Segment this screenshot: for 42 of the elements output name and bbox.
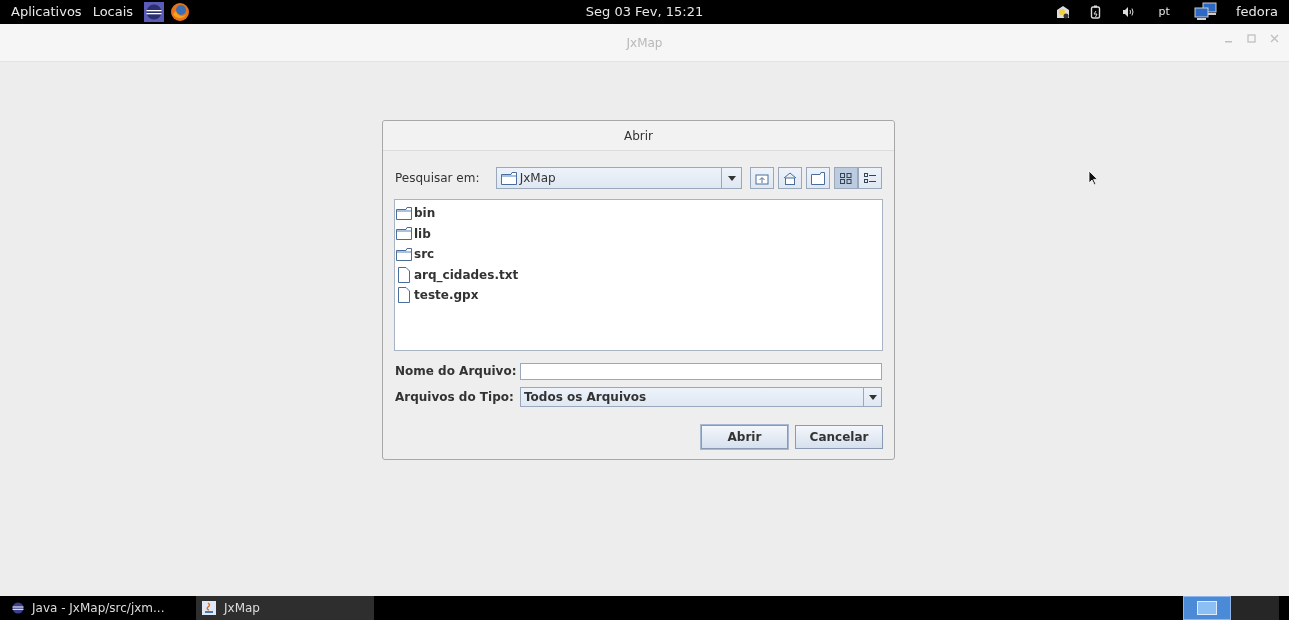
dialog-title: Abrir xyxy=(624,127,653,145)
panel-menu[interactable]: Aplicativos xyxy=(11,2,82,22)
caret-icon xyxy=(868,394,877,400)
dropdown-value: JxMap xyxy=(519,170,557,187)
caret-icon xyxy=(727,175,736,181)
grid-icon xyxy=(840,172,852,184)
new-folder-icon xyxy=(811,171,825,185)
workspace-switcher[interactable] xyxy=(1183,596,1231,620)
folder-icon xyxy=(500,171,517,185)
home-icon xyxy=(783,171,797,185)
file-type-dropdown[interactable]: Todos os Arquivos xyxy=(520,387,882,407)
details-view-button[interactable] xyxy=(858,167,882,189)
field-label: Nome do Arquivo: xyxy=(395,363,518,380)
dialog-button[interactable]: Cancelar xyxy=(795,425,883,449)
battery-icon[interactable] xyxy=(1089,5,1102,19)
list-view-button[interactable] xyxy=(834,167,858,189)
user-menu[interactable]: fedora xyxy=(1235,2,1278,22)
window-title: JxMap xyxy=(626,34,663,52)
taskbar-item[interactable]: JxMap xyxy=(196,596,374,620)
list-icon xyxy=(864,172,876,184)
dialog-button[interactable]: Abrir xyxy=(701,425,788,449)
new-folder-button[interactable] xyxy=(806,167,830,189)
file-list-item[interactable]: bin xyxy=(396,203,882,224)
look-in-dropdown[interactable]: JxMap xyxy=(495,167,742,189)
file-list-item[interactable]: arq_cidades.txt xyxy=(396,264,882,285)
taskbar-item[interactable]: Java - JxMap/src/jxm... xyxy=(6,596,196,620)
file-list-item[interactable]: lib xyxy=(396,223,882,244)
field-label: Pesquisar em: xyxy=(395,170,481,187)
file-name-field[interactable] xyxy=(520,362,882,380)
volume-icon[interactable] xyxy=(1121,6,1135,18)
home-button[interactable] xyxy=(778,167,802,189)
mouse-pointer-icon xyxy=(1088,170,1098,186)
keyboard-layout-indicator[interactable]: pt xyxy=(1158,3,1170,21)
network-icon[interactable] xyxy=(1193,2,1218,22)
field-label: Arquivos do Tipo: xyxy=(395,389,515,406)
file-list-item[interactable]: teste.gpx xyxy=(396,285,882,306)
up-folder-icon xyxy=(755,171,769,185)
clock[interactable]: Seg 03 Fev, 15:21 xyxy=(585,2,704,22)
panel-menu[interactable]: Locais xyxy=(92,2,134,22)
file-list-item[interactable]: src xyxy=(396,244,882,265)
workspace-switcher[interactable] xyxy=(1231,596,1279,620)
dropdown-value: Todos os Arquivos xyxy=(523,389,648,406)
